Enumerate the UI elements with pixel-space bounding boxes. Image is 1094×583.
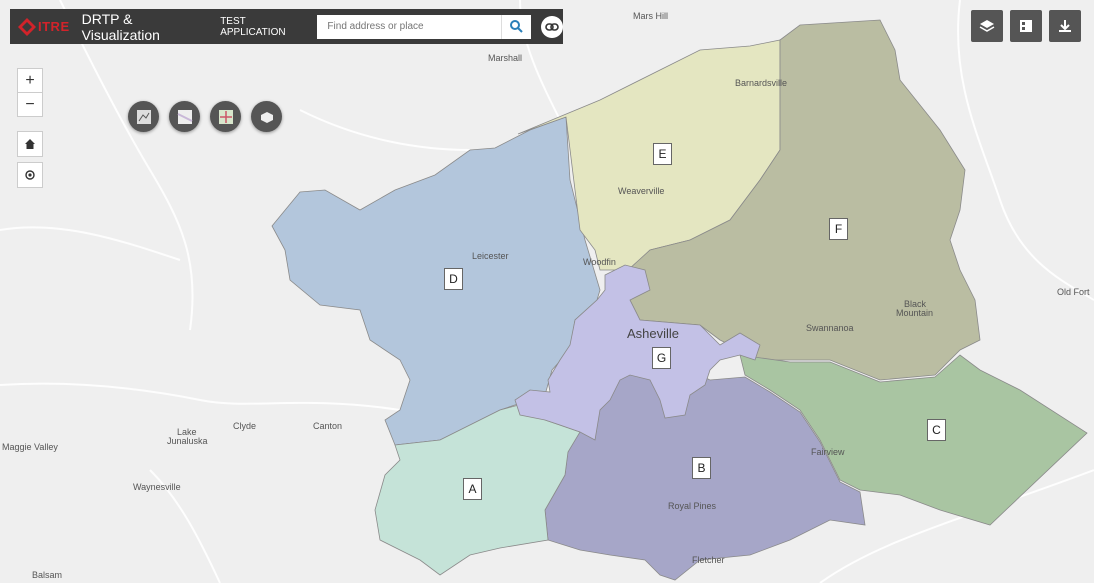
svg-text:Clyde: Clyde (233, 421, 256, 431)
basemap-topo-button[interactable] (128, 101, 159, 132)
zone-label-f: F (829, 218, 848, 240)
basemap-3d-button[interactable] (251, 101, 282, 132)
itre-logo: ITRE (18, 17, 70, 36)
svg-text:Fletcher: Fletcher (692, 555, 725, 565)
legend-button[interactable] (1010, 10, 1042, 42)
svg-text:Barnardsville: Barnardsville (735, 78, 787, 88)
svg-text:Balsam: Balsam (32, 570, 62, 580)
streets-map-icon (218, 109, 233, 124)
zoom-control: + − (17, 68, 43, 117)
app-subtitle: TEST APPLICATION (220, 15, 286, 38)
svg-text:Leicester: Leicester (472, 251, 509, 261)
zone-label-e: E (653, 143, 672, 165)
svg-text:Mountain: Mountain (896, 308, 933, 318)
link-icon (545, 22, 560, 31)
download-button[interactable] (1049, 10, 1081, 42)
home-button[interactable] (17, 131, 43, 157)
itre-logo-icon (18, 17, 36, 36)
search-button[interactable] (501, 14, 531, 39)
app-header: ITRE DRTP & Visualization TEST APPLICATI… (10, 9, 563, 44)
svg-text:Weaverville: Weaverville (618, 186, 664, 196)
home-icon (25, 139, 35, 149)
logo-text: ITRE (38, 19, 70, 34)
layers-3d-icon (260, 111, 273, 123)
basemap-light-button[interactable] (169, 101, 200, 132)
zoom-in-button[interactable]: + (18, 69, 42, 93)
svg-text:Canton: Canton (313, 421, 342, 431)
zone-label-a: A (463, 478, 482, 500)
zone-label-g: G (652, 347, 671, 369)
svg-text:Maggie Valley: Maggie Valley (2, 442, 58, 452)
zones (271, 19, 1088, 581)
svg-text:Swannanoa: Swannanoa (806, 323, 854, 333)
svg-text:Asheville: Asheville (627, 326, 679, 341)
svg-text:Waynesville: Waynesville (133, 482, 181, 492)
svg-text:Royal Pines: Royal Pines (668, 501, 717, 511)
locate-icon (25, 170, 35, 180)
svg-text:Old Fort: Old Fort (1057, 287, 1090, 297)
download-icon (1059, 20, 1071, 32)
search-input[interactable] (317, 14, 502, 39)
svg-text:Marshall: Marshall (488, 53, 522, 63)
zone-label-b: B (692, 457, 711, 479)
legend-icon (1020, 20, 1032, 32)
search-icon (510, 20, 524, 33)
layers-icon (979, 20, 995, 32)
svg-text:Fairview: Fairview (811, 447, 845, 457)
topo-map-icon (136, 109, 151, 124)
zone-label-c: C (927, 419, 946, 441)
app-title: DRTP & Visualization (81, 10, 160, 43)
zoom-out-button[interactable]: − (18, 93, 42, 116)
light-map-icon (177, 109, 192, 124)
layers-button[interactable] (971, 10, 1003, 42)
zone-label-d: D (444, 268, 463, 290)
svg-text:Woodfin: Woodfin (583, 257, 616, 267)
search-box (317, 14, 532, 39)
locate-button[interactable] (17, 162, 43, 188)
svg-text:Mars Hill: Mars Hill (633, 11, 668, 21)
basemap-streets-button[interactable] (210, 101, 241, 132)
svg-text:Junaluska: Junaluska (167, 436, 208, 446)
map-canvas[interactable]: Mars Hill Marshall Barnardsville Weaverv… (0, 0, 1094, 583)
share-link-button[interactable] (541, 15, 563, 38)
